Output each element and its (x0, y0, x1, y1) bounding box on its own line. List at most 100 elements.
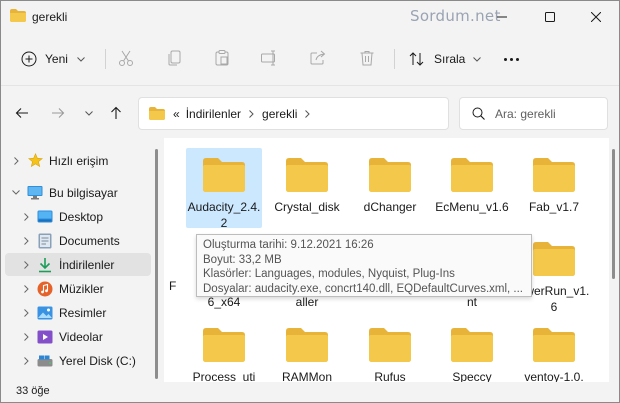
more-dot-icon (509, 57, 513, 61)
more-dot-icon (515, 57, 519, 61)
breadcrumb-item-gerekli[interactable]: gerekli (262, 107, 297, 121)
chevron-right-icon[interactable] (21, 308, 31, 317)
sidebar-item-videos[interactable]: Videolar (5, 325, 151, 348)
command-bar: Yeni Sırala (1, 33, 619, 85)
copy-button[interactable] (164, 47, 186, 69)
search-icon (472, 107, 485, 120)
sidebar-item-label: Yerel Disk (C:) (59, 353, 136, 368)
search-placeholder: Ara: gerekli (495, 106, 556, 121)
recent-locations-button[interactable] (79, 103, 99, 123)
folder-item[interactable]: dChanger (352, 148, 428, 228)
arrow-left-icon (15, 108, 28, 118)
navigation-pane: Hızlı erişim Bu bilgisayar Desktop Docum… (1, 138, 153, 383)
close-icon (591, 12, 601, 22)
chevron-right-icon[interactable] (21, 356, 31, 365)
sort-label: Sırala (434, 52, 466, 66)
chevron-right-icon[interactable] (21, 332, 31, 341)
address-bar[interactable]: « İndirilenler gerekli (138, 97, 449, 130)
folder-item[interactable]: RAMMon (269, 318, 345, 383)
item-name: Process_uti (192, 370, 256, 383)
share-button[interactable] (307, 47, 329, 69)
chevron-right-icon[interactable] (21, 212, 31, 221)
star-icon (27, 153, 43, 169)
chevron-right-icon[interactable] (21, 236, 31, 245)
sidebar-item-local-disk[interactable]: Yerel Disk (C:) (5, 349, 151, 372)
sort-button[interactable]: Sırala (404, 44, 485, 74)
toolbar-divider (394, 49, 395, 69)
folder-item[interactable]: ventoy-1.0. (516, 318, 592, 383)
maximize-button[interactable] (527, 1, 573, 33)
item-name: Fab_v1.7 (528, 200, 580, 214)
folder-icon (285, 157, 329, 193)
explorer-window: gerekli Sordum.net Yeni Sırala « İndiril… (0, 0, 620, 403)
more-dot-icon (503, 57, 507, 61)
item-name: Speccy (452, 370, 492, 383)
cut-icon (119, 50, 133, 66)
sidebar-item-music[interactable]: Müzikler (5, 277, 151, 300)
chevron-right-icon[interactable] (21, 284, 31, 293)
folder-icon (450, 157, 494, 193)
folder-item[interactable]: Speccy (434, 318, 510, 383)
sidebar-item-this-pc[interactable]: Bu bilgisayar (5, 181, 151, 204)
up-button[interactable] (106, 103, 126, 123)
pictures-icon (37, 305, 53, 321)
sidebar-item-label: Videolar (59, 329, 103, 344)
sidebar-item-desktop[interactable]: Desktop (5, 205, 151, 228)
search-input[interactable]: Ara: gerekli (459, 97, 608, 130)
sidebar-item-downloads[interactable]: İndirilenler (5, 253, 151, 276)
item-name: Rufus (374, 370, 406, 383)
folder-item[interactable]: Rufus (352, 318, 428, 383)
breadcrumb-overflow[interactable]: « (173, 107, 180, 121)
item-name: EcMenu_v1.6 (435, 200, 509, 214)
folder-icon (368, 327, 412, 363)
chevron-down-icon[interactable] (11, 190, 21, 195)
item-name: Audacity_2.4.2 (187, 200, 261, 230)
rename-button[interactable] (258, 47, 280, 69)
chevron-right-icon[interactable] (21, 260, 31, 269)
paste-icon (215, 50, 229, 66)
sidebar-item-label: Hızlı erişim (49, 153, 109, 168)
folder-icon (450, 327, 494, 363)
new-label: Yeni (45, 52, 68, 66)
folder-item[interactable]: EcMenu_v1.6 (434, 148, 510, 228)
sidebar-item-label: Bu bilgisayar (49, 185, 118, 200)
folder-item[interactable]: Crystal_disk (269, 148, 345, 228)
folder-item[interactable]: Fab_v1.7 (516, 148, 592, 228)
arrow-up-icon (111, 106, 121, 119)
cut-button[interactable] (115, 47, 137, 69)
status-bar: 33 öğe (1, 382, 619, 402)
sidebar-item-documents[interactable]: Documents (5, 229, 151, 252)
delete-button[interactable] (356, 47, 378, 69)
minimize-button[interactable] (479, 1, 525, 33)
folder-item[interactable]: Audacity_2.4.2 (186, 148, 262, 230)
paste-button[interactable] (211, 47, 233, 69)
new-button[interactable]: Yeni (15, 44, 91, 74)
item-name: ventoy-1.0. (524, 370, 584, 383)
scrollbar-thumb[interactable] (612, 149, 615, 279)
forward-button[interactable] (48, 103, 68, 123)
close-button[interactable] (573, 1, 619, 33)
chevron-down-icon (473, 56, 482, 62)
folder-icon (202, 327, 246, 363)
scrollbar-thumb[interactable] (155, 149, 158, 379)
sidebar-item-pictures[interactable]: Resimler (5, 301, 151, 324)
minimize-icon (497, 16, 507, 18)
chevron-right-icon[interactable] (11, 156, 21, 165)
tooltip-created: Oluşturma tarihi: 9.12.2021 16:26 (203, 239, 374, 251)
documents-icon (37, 233, 53, 249)
back-button[interactable] (12, 103, 32, 123)
folder-icon (149, 107, 165, 120)
desktop-icon (37, 209, 53, 225)
chevron-down-icon (85, 110, 93, 116)
delete-icon (360, 51, 374, 66)
sidebar-scrollbar[interactable] (153, 141, 161, 381)
folder-item[interactable]: Process_uti (186, 318, 262, 383)
chevron-right-icon[interactable] (249, 109, 254, 118)
window-title: gerekli (32, 10, 68, 24)
breadcrumb-item-downloads[interactable]: İndirilenler (186, 107, 241, 121)
sidebar-item-quick-access[interactable]: Hızlı erişim (5, 149, 151, 172)
more-options-button[interactable] (499, 49, 523, 69)
folder-icon (532, 241, 576, 277)
chevron-right-icon[interactable] (305, 109, 311, 118)
content-scrollbar[interactable] (609, 141, 617, 381)
